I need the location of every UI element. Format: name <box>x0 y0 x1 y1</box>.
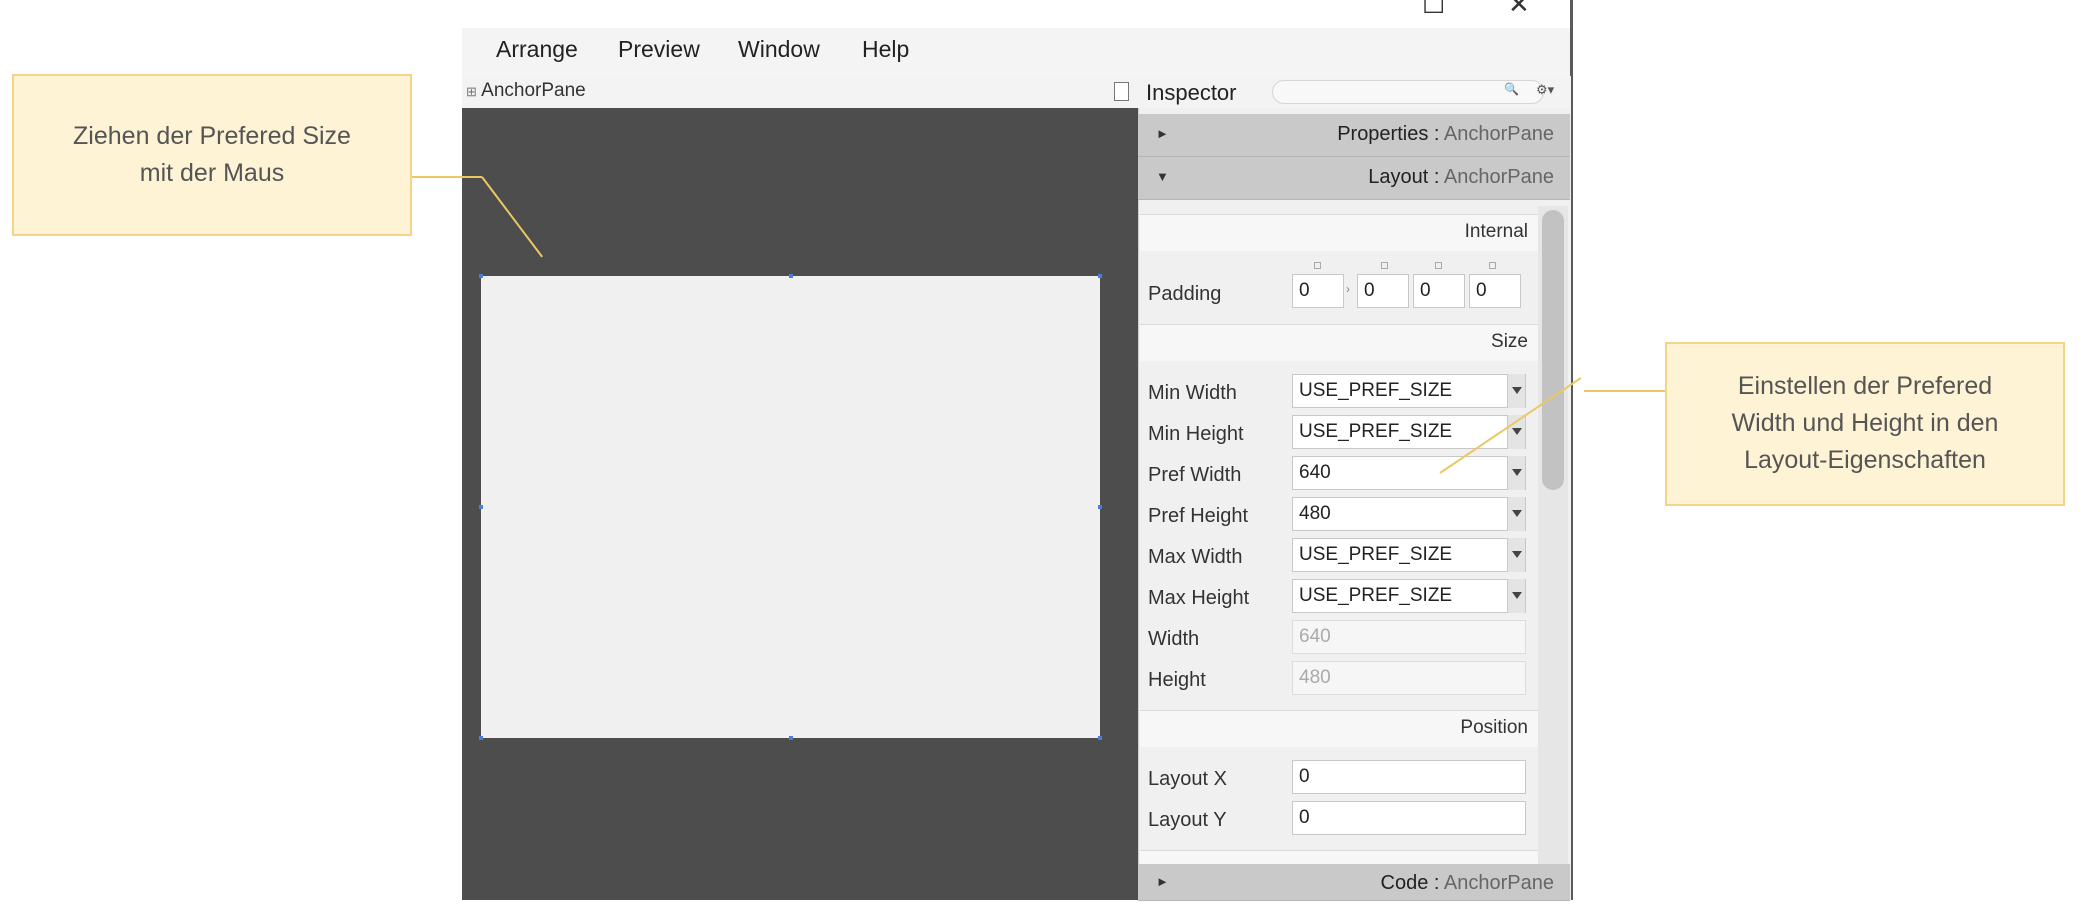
layout-x-value: 0 <box>1299 766 1310 787</box>
layout-x-label: Layout X <box>1148 768 1227 790</box>
expand-arrow-icon[interactable]: ► <box>1156 126 1169 141</box>
pref-height-value: 480 <box>1299 503 1331 524</box>
expand-arrow-icon[interactable]: ► <box>1156 874 1169 889</box>
pref-height-combo[interactable]: 480 <box>1292 497 1526 531</box>
resize-handle-left[interactable] <box>479 505 483 509</box>
callout-left-line-2: mit der Maus <box>139 159 285 187</box>
padding-bottom-field[interactable]: 0 <box>1413 274 1465 308</box>
inspector-title: Inspector <box>1146 80 1237 105</box>
title-bar <box>462 0 1570 26</box>
callout-right-line-3: Layout-Eigenschaften <box>1744 446 1986 474</box>
search-icon: 🔍 <box>1504 82 1519 96</box>
layout-y-label: Layout Y <box>1148 809 1227 831</box>
pref-height-label: Pref Height <box>1148 505 1249 527</box>
canvas-title: ⊞ AnchorPane <box>466 80 586 102</box>
padding-bottom-value: 0 <box>1420 280 1431 301</box>
height-label: Height <box>1148 669 1206 691</box>
padding-left-field[interactable]: 0 <box>1469 274 1521 308</box>
callout-set-pref-width-height: Einstellen der Prefered Width und Height… <box>1665 342 2065 506</box>
padding-left-marker-icon <box>1489 262 1496 269</box>
callout-left-connector <box>412 176 482 178</box>
resize-handle-top-left[interactable] <box>479 274 483 278</box>
max-width-value: USE_PREF_SIZE <box>1299 544 1453 565</box>
close-icon[interactable]: ✕ <box>1508 0 1530 17</box>
chevron-down-icon[interactable] <box>1507 497 1525 531</box>
max-width-label: Max Width <box>1148 546 1243 568</box>
gear-icon[interactable]: ⚙▾ <box>1536 82 1554 98</box>
layout-y-field[interactable]: 0 <box>1292 801 1526 835</box>
anchor-pane-preview[interactable] <box>481 276 1100 738</box>
resize-handle-bottom[interactable] <box>789 736 793 740</box>
padding-left-value: 0 <box>1476 280 1487 301</box>
canvas-title-label: AnchorPane <box>481 80 586 101</box>
padding-separator: › <box>1346 282 1350 296</box>
document-icon[interactable] <box>1114 82 1129 101</box>
subheader-size-label: Size <box>1491 331 1528 352</box>
padding-top-marker-icon <box>1314 262 1321 269</box>
chevron-down-icon[interactable] <box>1507 579 1525 613</box>
padding-top-field[interactable]: 0 <box>1292 274 1344 308</box>
chevron-down-icon[interactable] <box>1507 456 1525 490</box>
callout-right-line-2: Width und Height in den <box>1731 409 1999 437</box>
menu-preview[interactable]: Preview <box>618 36 700 63</box>
collapse-arrow-icon[interactable]: ▼ <box>1156 169 1169 184</box>
height-value: 480 <box>1299 667 1331 688</box>
scrollbar-thumb[interactable] <box>1542 210 1564 490</box>
callout-drag-pref-size: Ziehen der Prefered Size mit der Maus <box>12 74 412 236</box>
chevron-down-icon[interactable] <box>1507 374 1525 408</box>
width-value: 640 <box>1299 626 1331 647</box>
padding-top-value: 0 <box>1299 280 1310 301</box>
menu-help[interactable]: Help <box>862 36 909 63</box>
padding-right-field[interactable]: 0 <box>1357 274 1409 308</box>
padding-bottom-marker-icon <box>1435 262 1442 269</box>
min-width-combo[interactable]: USE_PREF_SIZE <box>1292 374 1526 408</box>
subheader-position-label: Position <box>1460 717 1528 738</box>
resize-handle-top[interactable] <box>789 274 793 278</box>
max-width-combo[interactable]: USE_PREF_SIZE <box>1292 538 1526 572</box>
min-height-combo[interactable]: USE_PREF_SIZE <box>1292 415 1526 449</box>
section-code-label: Code : AnchorPane <box>1380 872 1554 894</box>
callout-right-connector <box>1584 390 1665 392</box>
callout-left-line-1: Ziehen der Prefered Size <box>73 122 351 150</box>
max-height-combo[interactable]: USE_PREF_SIZE <box>1292 579 1526 613</box>
layout-y-value: 0 <box>1299 807 1310 828</box>
height-field: 480 <box>1292 661 1526 695</box>
padding-label: Padding <box>1148 283 1222 305</box>
subheader-internal-label: Internal <box>1464 221 1528 242</box>
min-width-label: Min Width <box>1148 382 1237 404</box>
min-height-value: USE_PREF_SIZE <box>1299 421 1453 442</box>
maximize-icon[interactable]: ☐ <box>1422 0 1445 17</box>
resize-handle-bottom-left[interactable] <box>479 736 483 740</box>
pref-width-combo[interactable]: 640 <box>1292 456 1526 490</box>
section-properties-label: Properties : AnchorPane <box>1337 123 1554 145</box>
next-subheader-partial <box>1140 850 1538 865</box>
anchorpane-icon: ⊞ <box>466 84 477 99</box>
min-height-label: Min Height <box>1148 423 1244 445</box>
menu-arrange[interactable]: Arrange <box>496 36 578 63</box>
resize-handle-right[interactable] <box>1098 505 1102 509</box>
menu-window[interactable]: Window <box>738 36 820 63</box>
chevron-down-icon[interactable] <box>1507 538 1525 572</box>
callout-right-line-1: Einstellen der Prefered <box>1737 372 1993 400</box>
max-height-value: USE_PREF_SIZE <box>1299 585 1453 606</box>
pref-width-value: 640 <box>1299 462 1331 483</box>
width-label: Width <box>1148 628 1200 650</box>
padding-right-marker-icon <box>1381 262 1388 269</box>
max-height-label: Max Height <box>1148 587 1250 609</box>
width-field: 640 <box>1292 620 1526 654</box>
padding-right-value: 0 <box>1364 280 1375 301</box>
pref-width-label: Pref Width <box>1148 464 1242 486</box>
resize-handle-top-right[interactable] <box>1098 274 1102 278</box>
min-width-value: USE_PREF_SIZE <box>1299 380 1453 401</box>
resize-handle-bottom-right[interactable] <box>1098 736 1102 740</box>
section-layout-label: Layout : AnchorPane <box>1368 166 1554 188</box>
layout-x-field[interactable]: 0 <box>1292 760 1526 794</box>
